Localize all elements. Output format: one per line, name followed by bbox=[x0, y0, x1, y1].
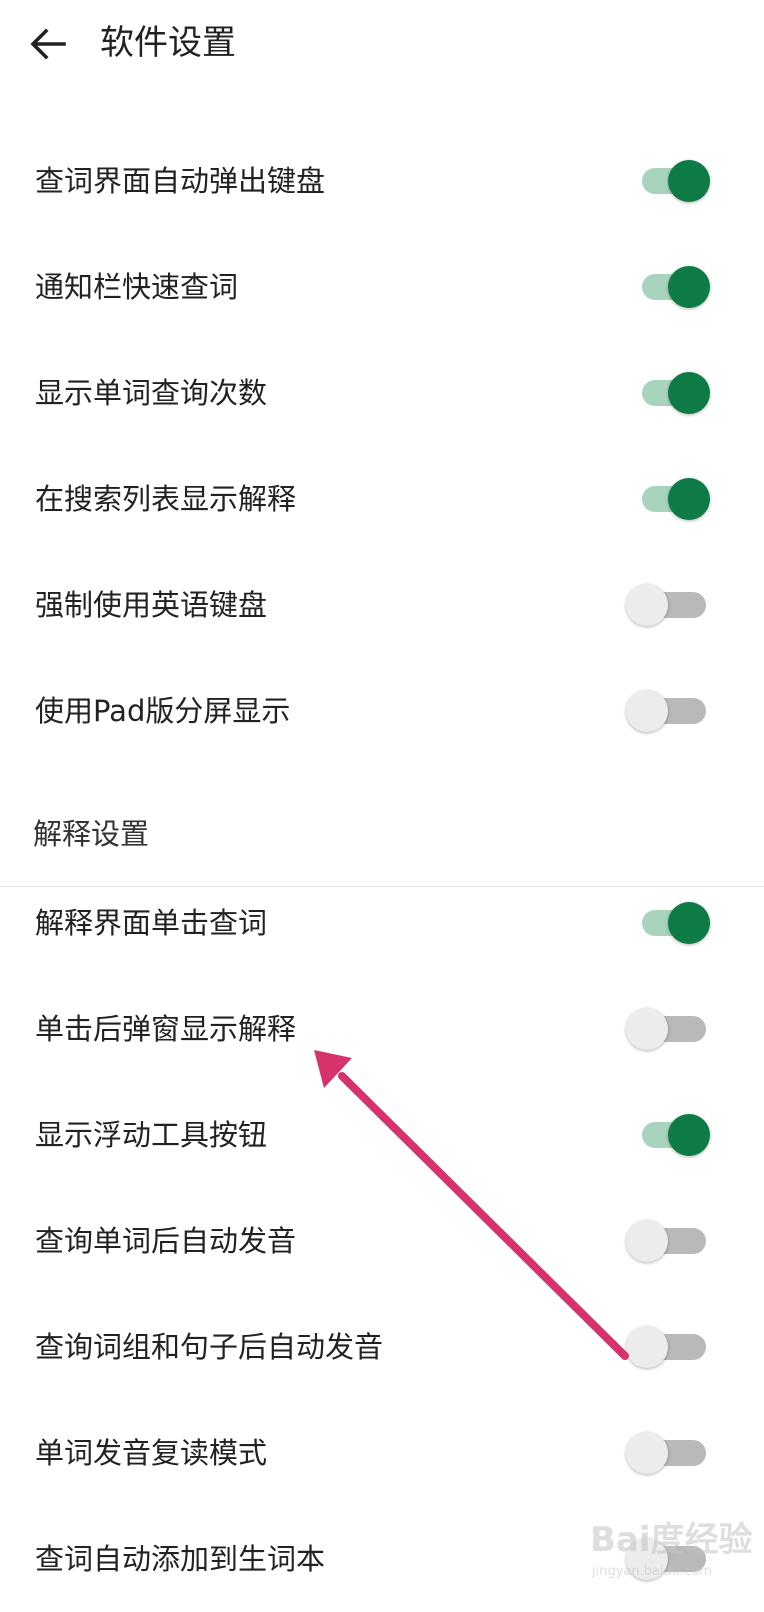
toggle-thumb bbox=[668, 160, 710, 202]
toggle-switch[interactable] bbox=[640, 369, 714, 417]
setting-label: 查询单词后自动发音 bbox=[35, 1224, 297, 1258]
toggle-switch[interactable] bbox=[626, 1323, 714, 1371]
setting-label: 通知栏快速查词 bbox=[35, 270, 239, 304]
setting-row-search-list-explanation[interactable]: 在搜索列表显示解释 bbox=[0, 446, 764, 552]
setting-row-tap-lookup[interactable]: 解释界面单击查词 bbox=[0, 870, 764, 976]
setting-label: 在搜索列表显示解释 bbox=[35, 482, 297, 516]
setting-row-repeat-mode[interactable]: 单词发音复读模式 bbox=[0, 1400, 764, 1506]
toggle-thumb bbox=[668, 478, 710, 520]
setting-label: 单击后弹窗显示解释 bbox=[35, 1012, 297, 1046]
watermark: Bai度经验 jingyan.baidu.com bbox=[590, 1512, 760, 1588]
setting-row-floating-tool-button[interactable]: 显示浮动工具按钮 bbox=[0, 1082, 764, 1188]
toggle-switch[interactable] bbox=[640, 899, 714, 947]
setting-row-auto-keyboard[interactable]: 查词界面自动弹出键盘 bbox=[0, 128, 764, 234]
toggle-thumb bbox=[626, 690, 668, 732]
setting-label: 查询词组和句子后自动发音 bbox=[35, 1330, 384, 1364]
watermark-url: jingyan.baidu.com bbox=[592, 1564, 712, 1579]
section-header-explanation: 解释设置 bbox=[33, 817, 150, 851]
toggle-thumb bbox=[626, 1326, 668, 1368]
toggle-switch[interactable] bbox=[626, 687, 714, 735]
arrow-left-icon bbox=[30, 28, 66, 60]
toggle-switch[interactable] bbox=[626, 1217, 714, 1265]
back-button[interactable] bbox=[26, 22, 70, 66]
toggle-switch[interactable] bbox=[626, 581, 714, 629]
toggle-switch[interactable] bbox=[640, 157, 714, 205]
toggle-switch[interactable] bbox=[626, 1005, 714, 1053]
setting-row-popup-explanation[interactable]: 单击后弹窗显示解释 bbox=[0, 976, 764, 1082]
setting-label: 查词界面自动弹出键盘 bbox=[35, 164, 326, 198]
setting-label: 强制使用英语键盘 bbox=[35, 588, 268, 622]
toggle-thumb bbox=[668, 372, 710, 414]
watermark-logo: Bai度经验 bbox=[590, 1520, 753, 1560]
setting-row-notification-lookup[interactable]: 通知栏快速查词 bbox=[0, 234, 764, 340]
toggle-switch[interactable] bbox=[640, 475, 714, 523]
page-title: 软件设置 bbox=[100, 23, 236, 63]
setting-row-phrase-auto-pronounce[interactable]: 查询词组和句子后自动发音 bbox=[0, 1294, 764, 1400]
toggle-switch[interactable] bbox=[626, 1429, 714, 1477]
toggle-thumb bbox=[626, 1432, 668, 1474]
setting-label: 显示浮动工具按钮 bbox=[35, 1118, 268, 1152]
setting-label: 单词发音复读模式 bbox=[35, 1436, 268, 1470]
toggle-thumb bbox=[668, 266, 710, 308]
setting-label: 显示单词查询次数 bbox=[35, 376, 268, 410]
toggle-thumb bbox=[626, 1220, 668, 1262]
setting-row-force-english-keyboard[interactable]: 强制使用英语键盘 bbox=[0, 552, 764, 658]
toggle-thumb bbox=[668, 902, 710, 944]
setting-row-show-lookup-count[interactable]: 显示单词查询次数 bbox=[0, 340, 764, 446]
setting-label: 使用Pad版分屏显示 bbox=[35, 694, 291, 728]
toggle-thumb bbox=[626, 1008, 668, 1050]
toggle-switch[interactable] bbox=[640, 263, 714, 311]
setting-label: 查词自动添加到生词本 bbox=[35, 1542, 326, 1576]
app-bar: 软件设置 bbox=[0, 0, 764, 88]
toggle-thumb bbox=[626, 584, 668, 626]
setting-row-pad-split-screen[interactable]: 使用Pad版分屏显示 bbox=[0, 658, 764, 764]
setting-label: 解释界面单击查词 bbox=[35, 906, 268, 940]
setting-row-word-auto-pronounce[interactable]: 查询单词后自动发音 bbox=[0, 1188, 764, 1294]
toggle-switch[interactable] bbox=[640, 1111, 714, 1159]
toggle-thumb bbox=[668, 1114, 710, 1156]
